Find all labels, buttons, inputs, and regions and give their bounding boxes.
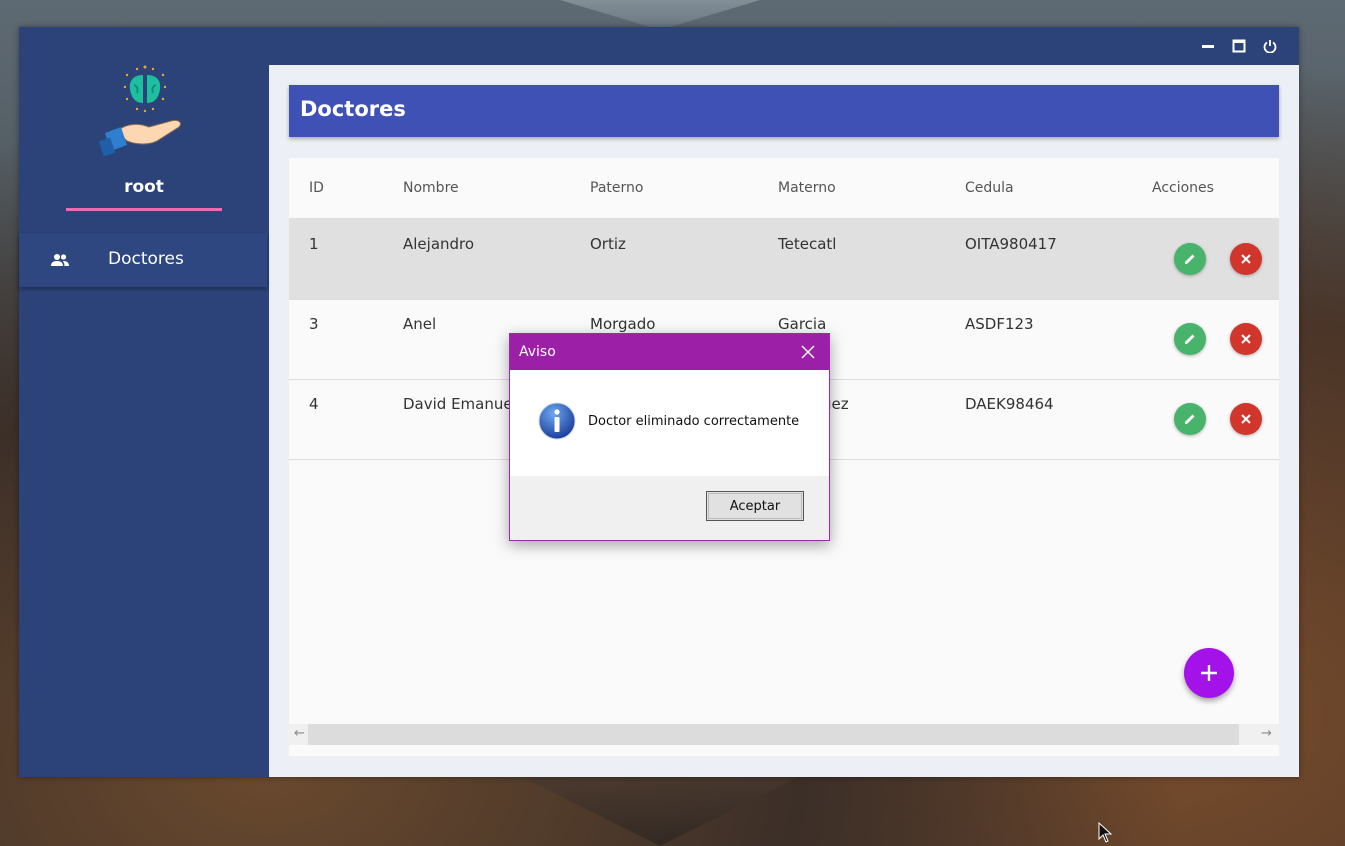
edit-button[interactable] — [1174, 243, 1206, 275]
table-row[interactable]: 1 Alejandro Ortiz Tetecatl OITA980417 — [289, 219, 1279, 300]
scroll-right-icon[interactable]: → — [1261, 726, 1272, 741]
maximize-icon — [1232, 39, 1246, 53]
power-button[interactable] — [1260, 36, 1280, 56]
delete-button[interactable] — [1230, 243, 1262, 275]
edit-button[interactable] — [1174, 323, 1206, 355]
sidebar-item-label: Doctores — [108, 249, 184, 269]
horizontal-scrollbar[interactable]: ← → — [289, 724, 1279, 745]
background-shape-bottom — [520, 776, 800, 846]
cell-cedula: ASDF123 — [965, 315, 1034, 333]
plus-icon — [1201, 665, 1217, 681]
sidebar: root Doctores — [19, 65, 269, 777]
close-icon — [1241, 414, 1251, 424]
cell-materno: Tetecatl — [778, 235, 837, 253]
ok-button[interactable]: Aceptar — [706, 491, 804, 521]
column-header-id[interactable]: ID — [309, 180, 324, 196]
title-bar — [19, 27, 1299, 65]
edit-button[interactable] — [1174, 403, 1206, 435]
scroll-left-icon[interactable]: ← — [294, 726, 305, 741]
info-icon — [538, 402, 576, 440]
delete-button[interactable] — [1230, 323, 1262, 355]
cell-paterno: Morgado — [590, 315, 656, 333]
dialog-title: Aviso — [519, 344, 556, 360]
column-header-paterno[interactable]: Paterno — [590, 180, 643, 196]
dialog-title-bar: Aviso — [510, 334, 829, 370]
power-icon — [1263, 40, 1277, 53]
page-title: Doctores — [300, 97, 406, 121]
page-header: Doctores — [289, 85, 1279, 137]
scrollbar-thumb[interactable] — [308, 724, 1239, 745]
cell-nombre: Alejandro — [403, 235, 475, 253]
cell-materno: Garcia — [778, 315, 827, 333]
dialog-body: Doctor eliminado correctamente — [510, 370, 829, 476]
pencil-icon — [1185, 414, 1195, 424]
mouse-cursor-icon — [1098, 822, 1113, 843]
cell-paterno: Ortiz — [590, 235, 626, 253]
close-icon — [1241, 254, 1251, 264]
sidebar-item-doctores[interactable]: Doctores — [19, 233, 267, 287]
cell-id: 1 — [309, 235, 319, 253]
add-doctor-button[interactable] — [1184, 648, 1234, 698]
delete-button[interactable] — [1230, 403, 1262, 435]
cell-cedula: OITA980417 — [965, 235, 1057, 253]
username-underline — [66, 208, 222, 211]
cell-id: 4 — [309, 395, 319, 413]
notice-dialog: Aviso Doctor eliminado correctamente Ace… — [509, 333, 830, 541]
minimize-button[interactable] — [1198, 36, 1218, 56]
dialog-message: Doctor eliminado correctamente — [588, 414, 800, 429]
pencil-icon — [1185, 254, 1195, 264]
column-header-acciones: Acciones — [1152, 180, 1214, 196]
column-header-nombre[interactable]: Nombre — [403, 180, 459, 196]
cell-cedula: DAEK98464 — [965, 395, 1054, 413]
cell-nombre: David Emanuel — [403, 395, 517, 413]
background-shape — [560, 0, 760, 30]
pencil-icon — [1185, 334, 1195, 344]
cell-nombre: Anel — [403, 315, 437, 333]
column-header-cedula[interactable]: Cedula — [965, 180, 1014, 196]
maximize-button[interactable] — [1229, 36, 1249, 56]
column-header-materno[interactable]: Materno — [778, 180, 836, 196]
username: root — [124, 177, 164, 197]
minimize-icon — [1202, 45, 1214, 48]
close-icon — [1241, 334, 1251, 344]
people-icon — [51, 254, 69, 266]
cell-id: 3 — [309, 315, 319, 333]
logo-icon — [98, 65, 182, 157]
close-icon[interactable] — [798, 342, 818, 362]
